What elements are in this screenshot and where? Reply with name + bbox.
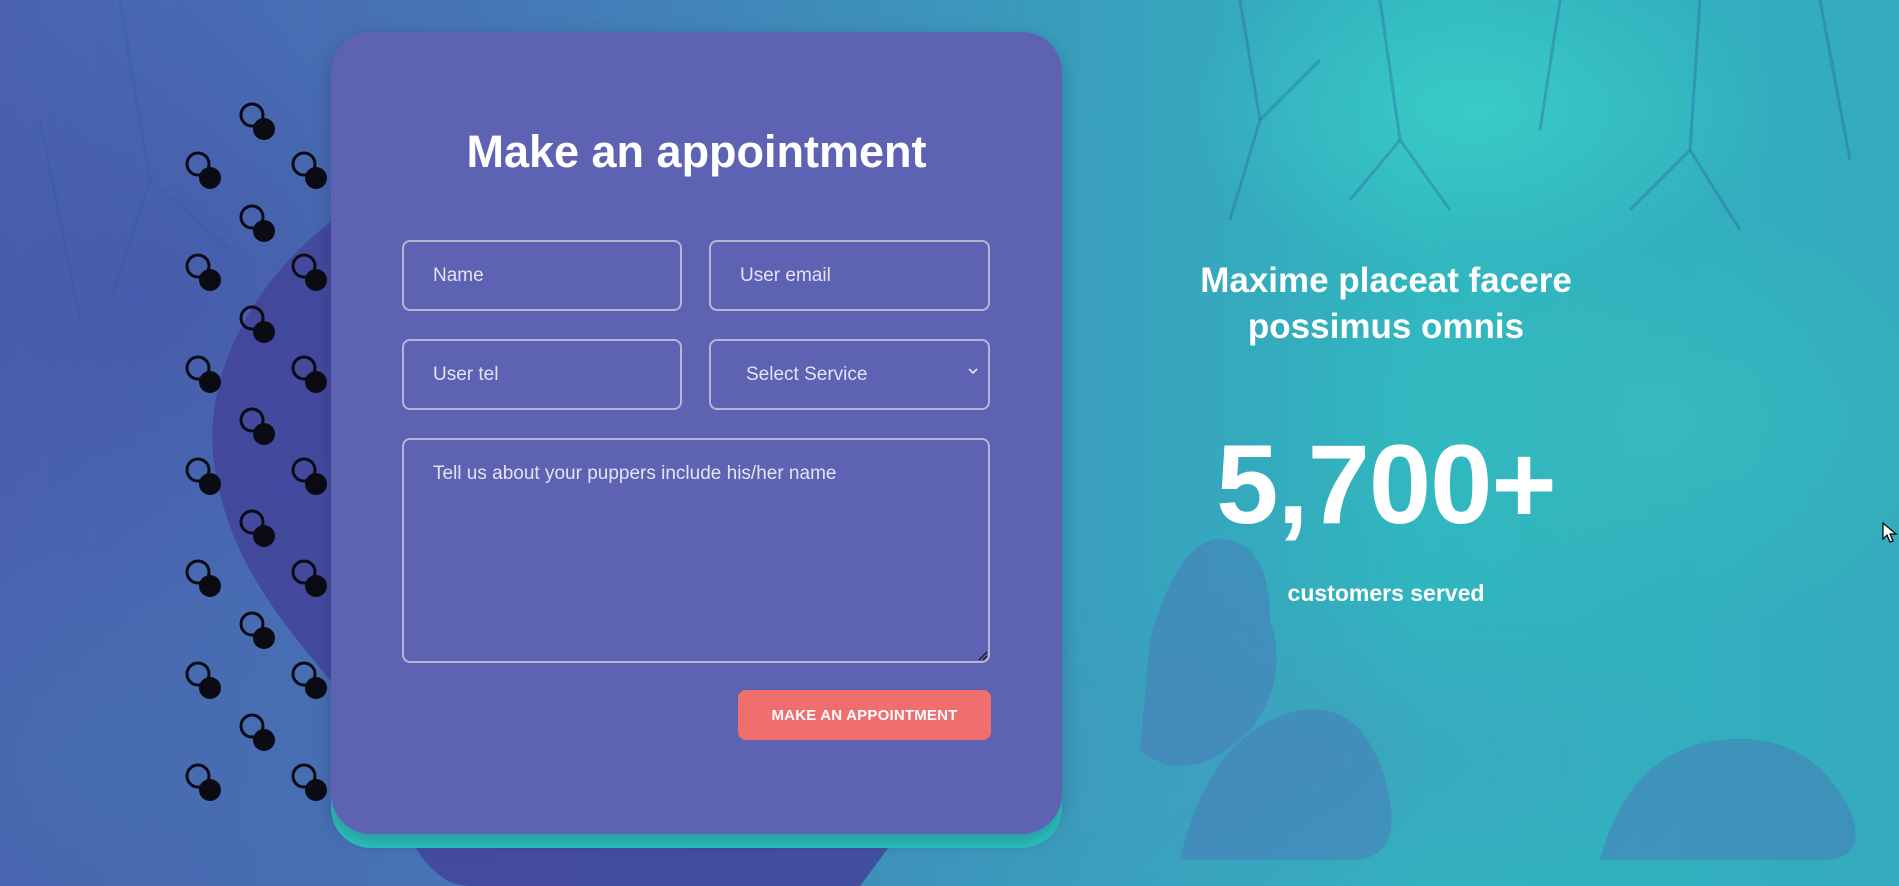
resize-handle-icon[interactable] xyxy=(977,650,988,661)
email-input[interactable] xyxy=(709,240,990,311)
name-input[interactable] xyxy=(402,240,682,311)
service-select-value: Select Service xyxy=(746,364,868,385)
chevron-down-icon xyxy=(968,368,978,375)
customers-caption: customers served xyxy=(1287,580,1485,606)
mouse-pointer-icon xyxy=(1882,522,1898,543)
tel-input[interactable] xyxy=(402,339,682,410)
message-textarea[interactable] xyxy=(402,438,990,663)
make-appointment-button[interactable]: Make an appointment xyxy=(738,690,991,740)
customers-count: 5,700+ xyxy=(1216,422,1557,547)
service-select[interactable]: Select Service xyxy=(709,339,990,410)
decorative-dot-pattern xyxy=(185,102,329,803)
stats-heading: Maxime placeat facere possimus omnis xyxy=(1200,261,1572,346)
form-title: Make an appointment xyxy=(466,126,927,177)
